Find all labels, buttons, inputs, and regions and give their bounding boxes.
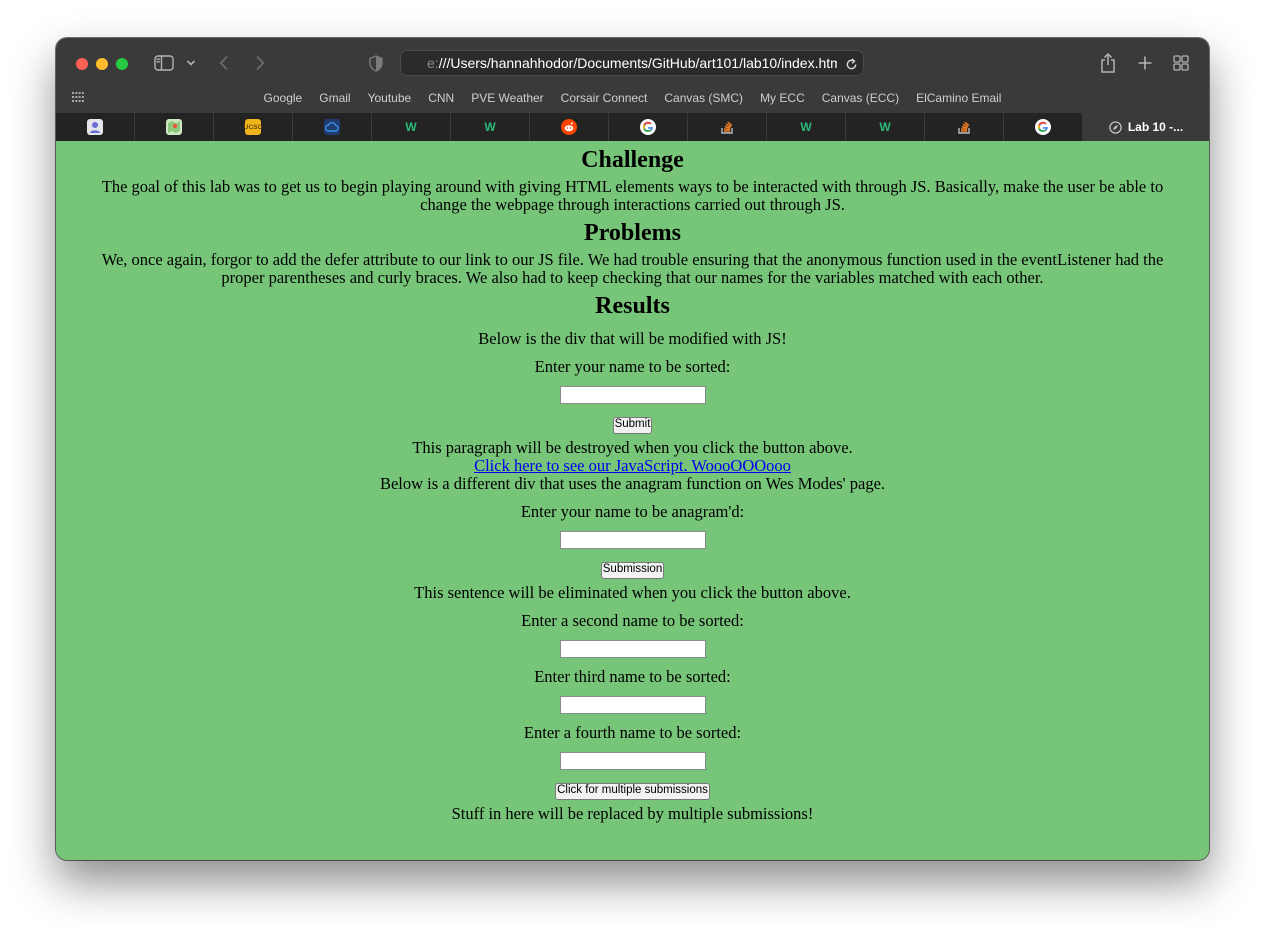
active-tab-title: Lab 10 -...: [1127, 120, 1184, 134]
challenge-text: The goal of this lab was to get us to be…: [101, 177, 1164, 214]
google-icon: [640, 119, 656, 135]
zoom-window-button[interactable]: [116, 58, 128, 70]
reddit-icon: [561, 119, 577, 135]
page-content: Challenge The goal of this lab was to ge…: [56, 141, 1209, 860]
second-name-prompt: Enter a second name to be sorted:: [521, 611, 744, 630]
tab-11[interactable]: W: [846, 113, 925, 141]
w-icon: W: [405, 120, 417, 134]
third-name-prompt: Enter third name to be sorted:: [534, 667, 731, 686]
tab-active[interactable]: Lab 10 -...: [1083, 113, 1209, 141]
favorite-google[interactable]: Google: [263, 88, 304, 108]
favorite-youtube[interactable]: Youtube: [367, 88, 413, 108]
tab-9[interactable]: [688, 113, 767, 141]
new-tab-icon[interactable]: [1135, 53, 1155, 73]
favorite-my-ecc[interactable]: My ECC: [759, 88, 806, 108]
fourth-name-prompt: Enter a fourth name to be sorted:: [523, 723, 742, 742]
results-heading: Results: [595, 293, 670, 319]
favorites-bar: Google Gmail Youtube CNN PVE Weather Cor…: [56, 88, 1209, 108]
tab-1[interactable]: [56, 113, 135, 141]
name-input[interactable]: [559, 386, 706, 404]
address-bar[interactable]: e:///Users/hannahhodor/Documents/GitHub/…: [400, 50, 864, 76]
browser-toolbar: e:///Users/hannahhodor/Documents/GitHub/…: [56, 38, 1209, 113]
favorite-elcamino-email[interactable]: ElCamino Email: [915, 88, 1002, 108]
w-icon: W: [484, 120, 496, 134]
profile-icon: [87, 119, 103, 135]
challenge-heading: Challenge: [581, 147, 684, 173]
browser-window: e:///Users/hannahhodor/Documents/GitHub/…: [56, 38, 1209, 860]
stackoverflow-icon: [956, 119, 972, 135]
url-text[interactable]: e:///Users/hannahhodor/Documents/GitHub/…: [427, 50, 837, 76]
tab-6[interactable]: W: [451, 113, 530, 141]
replace-text: Stuff in here will be replaced by multip…: [451, 804, 814, 823]
javascript-link-row: Click here to see our JavaScript. WoooOO…: [81, 457, 1184, 475]
anagram-intro-text: Below is a different div that uses the a…: [379, 474, 886, 493]
compass-icon: [1109, 120, 1122, 134]
url-path: ///Users/hannahhodor/Documents/GitHub/ar…: [438, 55, 837, 71]
url-prefix: e:: [427, 55, 439, 71]
eliminate-text: This sentence will be eliminated when yo…: [414, 583, 851, 602]
favorite-cnn[interactable]: CNN: [427, 88, 455, 108]
div-intro-text: Below is the div that will be modified w…: [478, 329, 787, 348]
anagram-input[interactable]: [559, 531, 706, 549]
w-icon: W: [879, 120, 891, 134]
name-prompt: Enter your name to be sorted:: [534, 357, 731, 376]
reload-icon[interactable]: [843, 55, 859, 73]
destroy-text: This paragraph will be destroyed when yo…: [412, 438, 853, 457]
javascript-link[interactable]: Click here to see our JavaScript. WoooOO…: [474, 456, 791, 475]
maps-icon: [166, 119, 182, 135]
tab-7[interactable]: [530, 113, 609, 141]
tab-2[interactable]: [135, 113, 214, 141]
submit-button[interactable]: Submit: [612, 417, 653, 434]
third-name-input[interactable]: [559, 696, 706, 714]
problems-heading: Problems: [584, 220, 681, 246]
favorite-canvas-ecc[interactable]: Canvas (ECC): [821, 88, 900, 108]
submission-button[interactable]: Submission: [600, 562, 665, 579]
ucsc-icon: UCSC: [244, 119, 262, 135]
tab-12[interactable]: [925, 113, 1004, 141]
cloud-icon: [324, 119, 340, 135]
anagram-prompt: Enter your name to be anagram'd:: [520, 502, 745, 521]
favorite-gmail[interactable]: Gmail: [318, 88, 351, 108]
privacy-shield-icon[interactable]: [368, 54, 384, 72]
tab-strip: UCSC W W W W Lab 10 -...: [56, 113, 1209, 142]
multiple-submissions-button[interactable]: Click for multiple submissions: [555, 783, 710, 800]
close-window-button[interactable]: [76, 58, 88, 70]
chevron-down-icon[interactable]: [185, 57, 197, 69]
tab-3[interactable]: UCSC: [214, 113, 293, 141]
second-name-input[interactable]: [559, 640, 706, 658]
share-icon[interactable]: [1098, 52, 1118, 74]
tab-10[interactable]: W: [767, 113, 846, 141]
tab-13[interactable]: [1004, 113, 1083, 141]
problems-text: We, once again, forgor to add the defer …: [101, 250, 1164, 287]
favorite-canvas-smc[interactable]: Canvas (SMC): [663, 88, 744, 108]
favorite-corsair-connect[interactable]: Corsair Connect: [560, 88, 649, 108]
minimize-window-button[interactable]: [96, 58, 108, 70]
tab-4[interactable]: [293, 113, 372, 141]
stackoverflow-icon: [719, 119, 735, 135]
forward-icon[interactable]: [252, 54, 268, 72]
tab-5[interactable]: W: [372, 113, 451, 141]
favorite-pve-weather[interactable]: PVE Weather: [470, 88, 544, 108]
sidebar-toggle-icon[interactable]: [153, 54, 174, 72]
tab-8[interactable]: [609, 113, 688, 141]
back-icon[interactable]: [216, 54, 232, 72]
tab-overview-icon[interactable]: [1171, 53, 1191, 73]
fourth-name-input[interactable]: [559, 752, 706, 770]
w-icon: W: [800, 120, 812, 134]
google-icon: [1035, 119, 1051, 135]
